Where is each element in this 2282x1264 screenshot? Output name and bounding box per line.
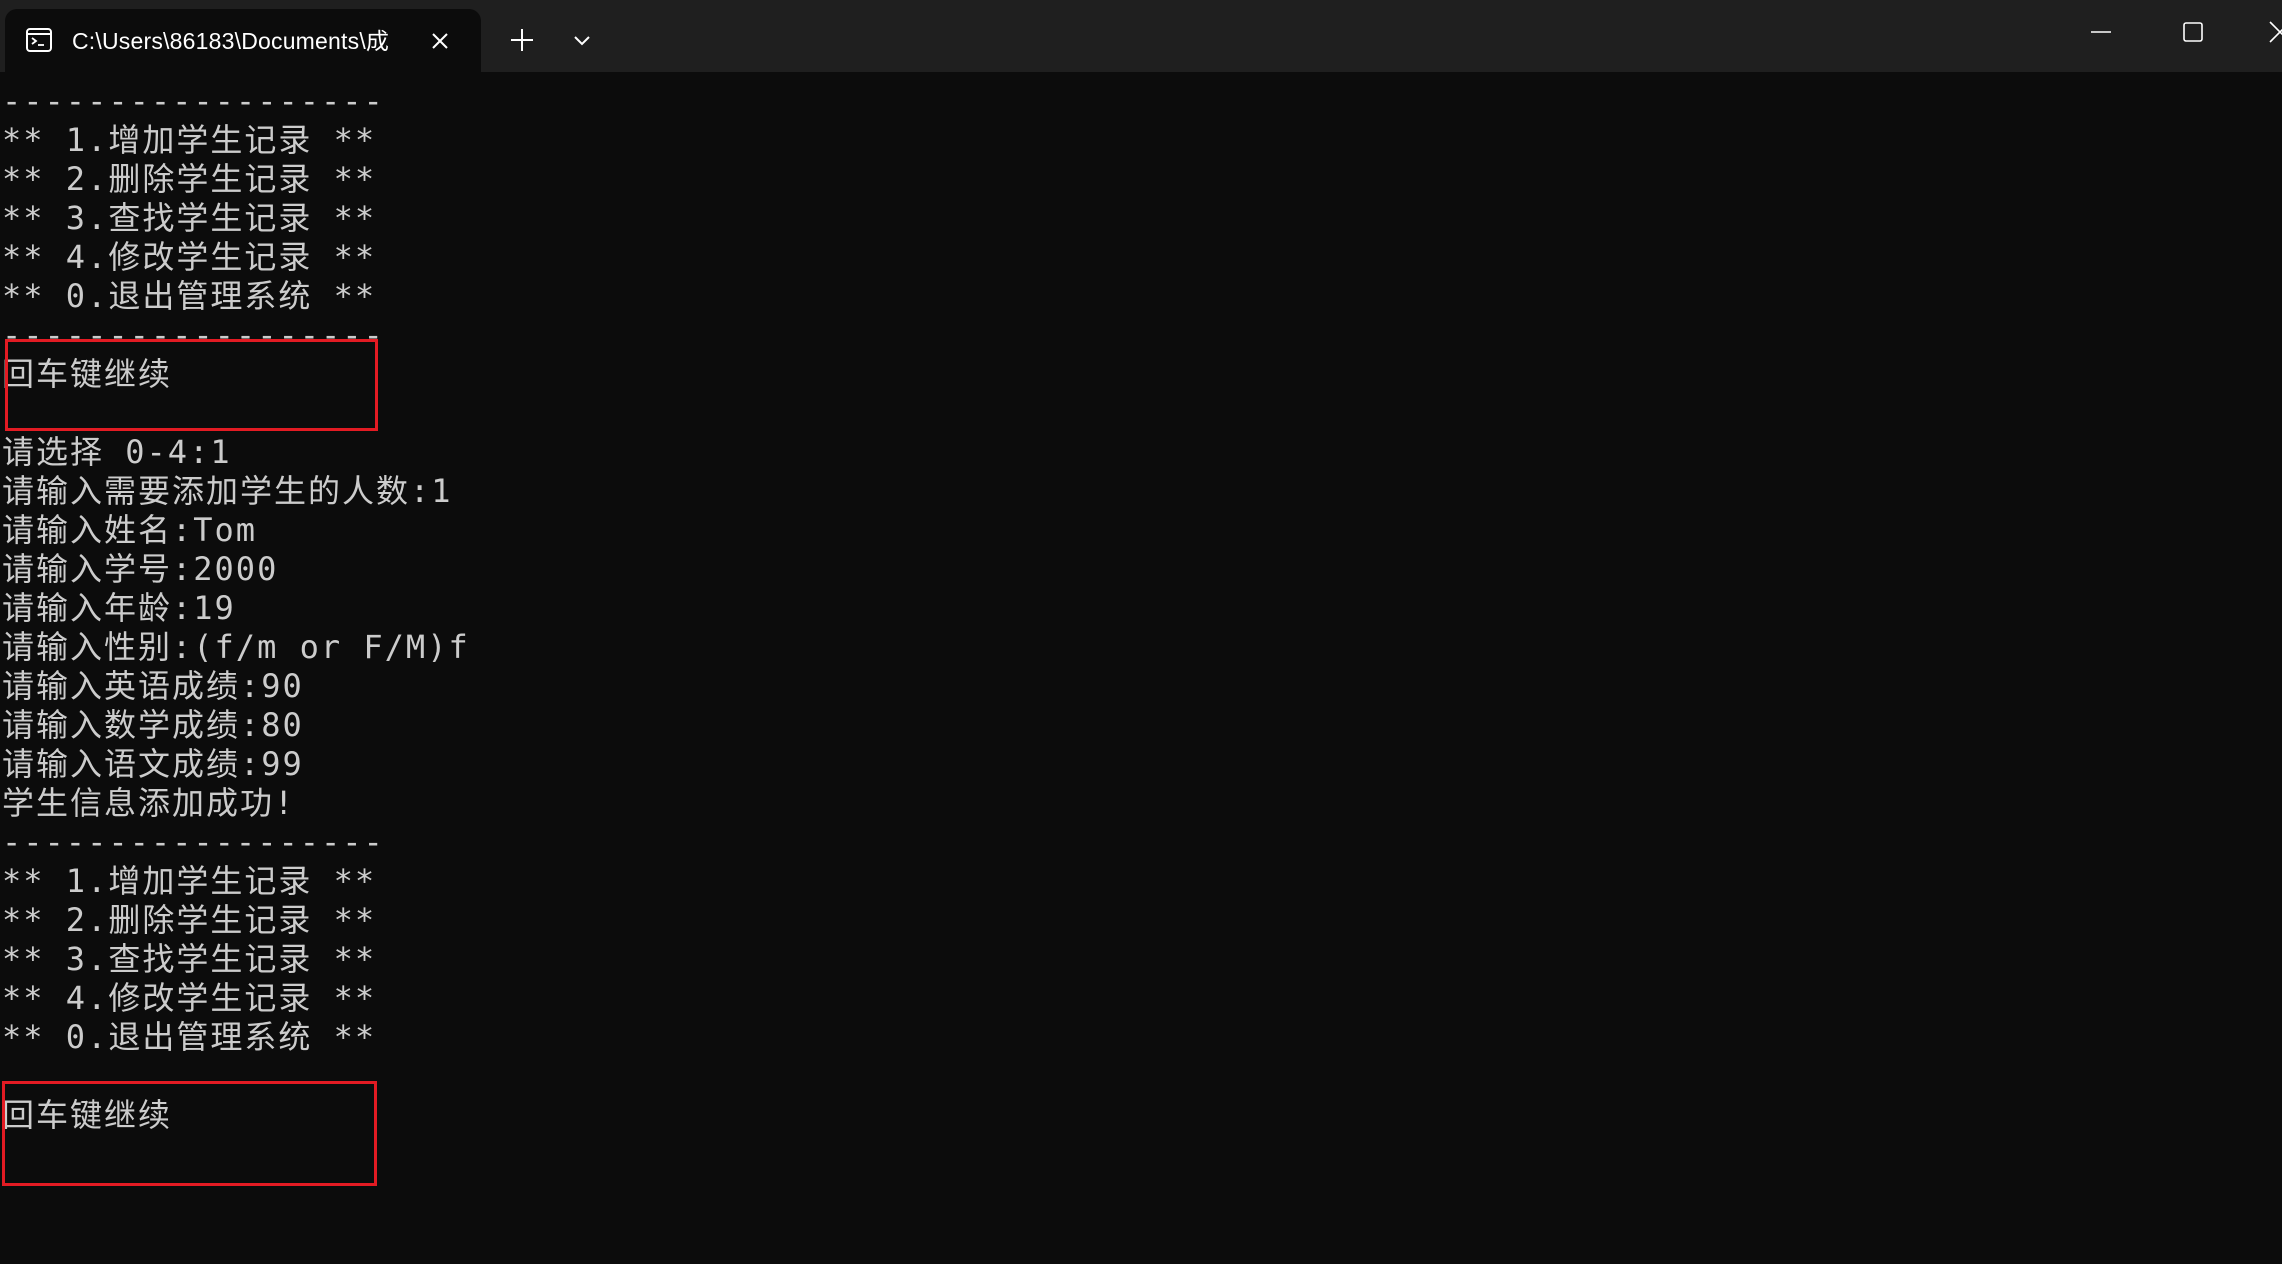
highlight-box [2, 1081, 377, 1186]
menu-item-modify: ** 4.修改学生记录 ** [2, 238, 377, 276]
age-prompt: 请输入年龄:19 [2, 589, 236, 627]
menu-item-exit: ** 0.退出管理系统 ** [2, 1018, 377, 1056]
menu-item-search: ** 3.查找学生记录 ** [2, 199, 377, 237]
tab-title: C:\Users\86183\Documents\成 [72, 28, 390, 54]
english-prompt: 请输入英语成绩:90 [2, 667, 304, 705]
plus-icon[interactable] [505, 23, 539, 57]
close-icon[interactable] [426, 27, 454, 55]
separator-line: ------------------ [2, 823, 385, 861]
gender-prompt: 请输入性别:(f/m or F/M)f [2, 628, 470, 666]
math-prompt: 请输入数学成绩:80 [2, 706, 304, 744]
separator-line: ------------------ [2, 82, 385, 120]
menu-item-delete: ** 2.删除学生记录 ** [2, 160, 377, 198]
chevron-down-icon[interactable] [568, 27, 596, 55]
success-message: 学生信息添加成功! [2, 784, 296, 822]
menu-item-exit: ** 0.退出管理系统 ** [2, 277, 377, 315]
id-prompt: 请输入学号:2000 [2, 550, 279, 588]
menu-item-search: ** 3.查找学生记录 ** [2, 940, 377, 978]
menu-item-delete: ** 2.删除学生记录 ** [2, 901, 377, 939]
menu-item-add: ** 1.增加学生记录 ** [2, 862, 377, 900]
minimize-icon[interactable] [2083, 14, 2119, 50]
console-icon [26, 28, 52, 52]
terminal-tab[interactable]: C:\Users\86183\Documents\成 [5, 9, 481, 72]
highlight-box [5, 339, 378, 431]
menu-item-modify: ** 4.修改学生记录 ** [2, 979, 377, 1017]
name-prompt: 请输入姓名:Tom [2, 511, 258, 549]
choice-prompt: 请选择 0-4:1 [2, 433, 232, 471]
title-bar: C:\Users\86183\Documents\成 [0, 0, 2282, 72]
terminal-window: C:\Users\86183\Documents\成 -------------… [0, 0, 2282, 1264]
console-output[interactable]: ------------------ ** 1.增加学生记录 ** ** 2.删… [0, 72, 2282, 1264]
chinese-prompt: 请输入语文成绩:99 [2, 745, 304, 783]
count-prompt: 请输入需要添加学生的人数:1 [2, 472, 453, 510]
maximize-icon[interactable] [2175, 14, 2211, 50]
close-icon[interactable] [2262, 14, 2282, 50]
menu-item-add: ** 1.增加学生记录 ** [2, 121, 377, 159]
